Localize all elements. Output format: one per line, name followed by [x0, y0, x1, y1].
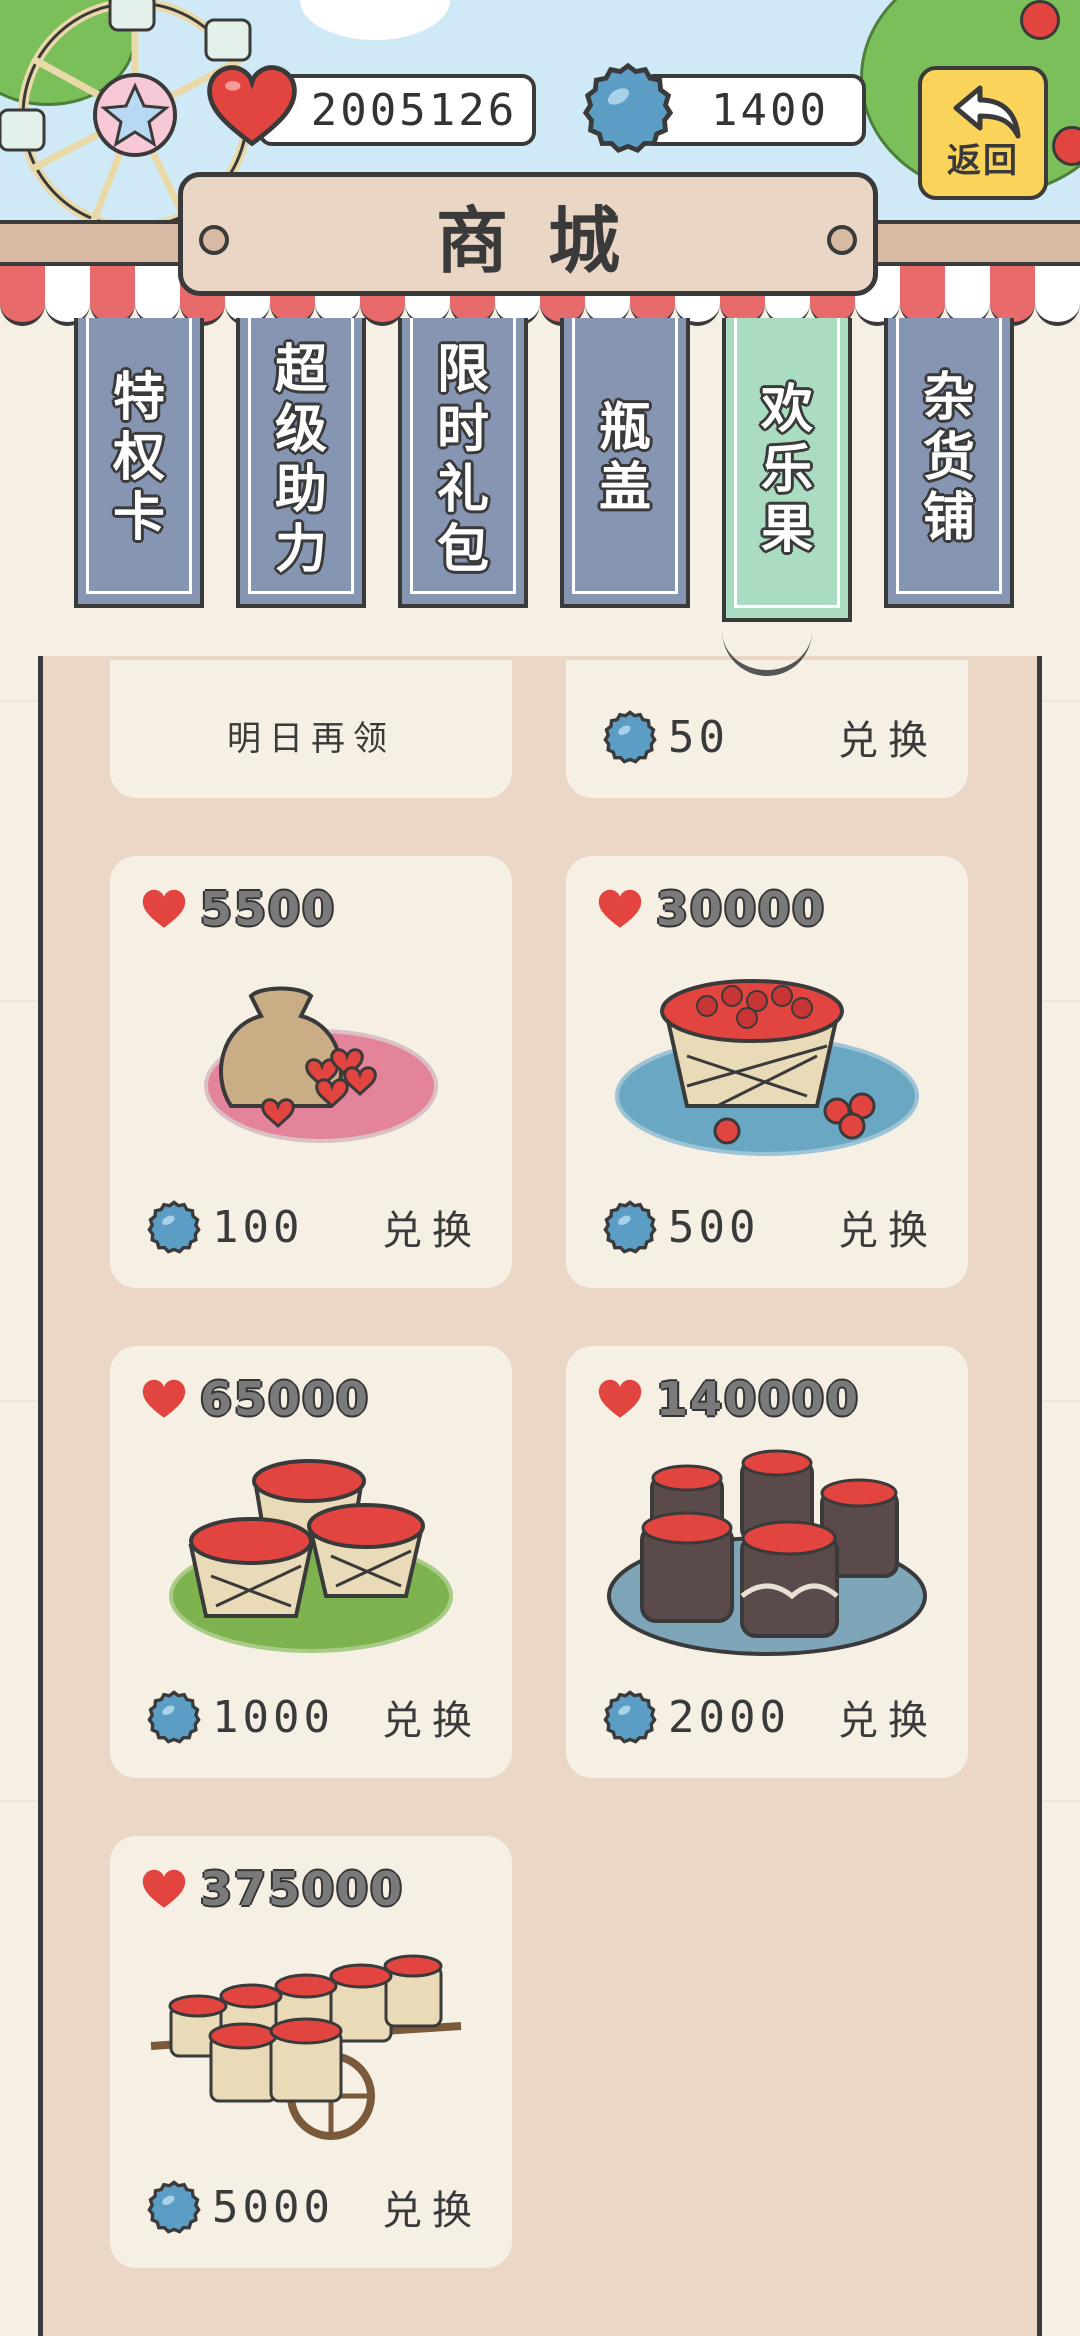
return-arrow-icon	[953, 85, 1021, 139]
tab-bottle-caps[interactable]: 瓶盖	[560, 318, 690, 608]
item-illustration-three-baskets	[110, 1446, 512, 1666]
heart-amount: 65000	[200, 1372, 371, 1426]
heart-icon	[142, 889, 186, 928]
bottle-cap-icon	[603, 1690, 657, 1744]
shop-card-partial: 明日再领	[110, 660, 512, 798]
exchange-button[interactable]: 兑换	[838, 708, 938, 766]
bottle-cap-icon	[147, 1690, 201, 1744]
shop-item-card[interactable]: 375000 5000 兑换	[110, 1836, 512, 2268]
caps-count: 1400	[711, 84, 829, 136]
apple-icon	[1020, 0, 1060, 40]
bottle-cap-icon	[603, 1200, 657, 1254]
bottle-cap-icon	[147, 2180, 201, 2234]
heart-icon	[207, 65, 297, 147]
tab-happy-fruit[interactable]: 欢乐果	[722, 318, 852, 622]
exchange-button[interactable]: 兑换	[838, 1688, 938, 1746]
cap-cost: 100	[212, 1201, 304, 1253]
shop-item-card[interactable]: 5500 100 兑换	[110, 856, 512, 1288]
heart-icon	[142, 1379, 186, 1418]
heart-amount: 375000	[200, 1862, 405, 1916]
heart-icon	[598, 1379, 642, 1418]
shop-sign: 商城	[178, 172, 878, 296]
claim-tomorrow-text: 明日再领	[227, 719, 395, 759]
heart-icon	[598, 889, 642, 928]
cap-cost: 1000	[212, 1691, 334, 1743]
bottle-cap-icon	[147, 1200, 201, 1254]
tab-label: 超级助力	[274, 340, 327, 580]
heart-amount: 140000	[656, 1372, 861, 1426]
bottle-cap-icon	[603, 710, 657, 764]
tab-grocery[interactable]: 杂货铺	[884, 318, 1014, 608]
item-illustration-cart	[110, 1936, 512, 2156]
cap-cost: 2000	[668, 1691, 790, 1743]
item-image-partial	[722, 630, 812, 676]
tab-limited-gift[interactable]: 限时礼包	[398, 318, 528, 608]
tab-label: 欢乐果	[760, 380, 813, 560]
shop-item-card[interactable]: 30000 500 兑换	[566, 856, 968, 1288]
sign-bolt	[827, 225, 857, 255]
item-illustration-jars	[566, 1446, 968, 1666]
tab-super-boost[interactable]: 超级助力	[236, 318, 366, 608]
exchange-button[interactable]: 兑换	[382, 2178, 482, 2236]
shop-card-partial: 50 兑换	[566, 660, 968, 798]
cap-cost: 50	[668, 711, 729, 763]
tab-label: 杂货铺	[922, 368, 975, 548]
hearts-count: 2005126	[310, 84, 518, 136]
cap-cost: 5000	[212, 2181, 334, 2233]
cloud	[300, 0, 450, 40]
exchange-button[interactable]: 兑换	[838, 1198, 938, 1256]
item-illustration-basket	[566, 956, 968, 1176]
exchange-button[interactable]: 兑换	[382, 1198, 482, 1256]
item-illustration-sack	[110, 956, 512, 1176]
tab-label: 限时礼包	[436, 340, 489, 580]
heart-amount: 5500	[200, 882, 337, 936]
exchange-button[interactable]: 兑换	[382, 1688, 482, 1746]
back-button[interactable]: 返回	[918, 66, 1048, 200]
tab-privilege-card[interactable]: 特权卡	[74, 318, 204, 608]
shop-item-card[interactable]: 65000 1000 兑换	[110, 1346, 512, 1778]
cap-cost: 500	[668, 1201, 760, 1253]
shop-title: 商城	[435, 198, 660, 283]
shop-item-card[interactable]: 140000 2000 兑换	[566, 1346, 968, 1778]
heart-amount: 30000	[656, 882, 827, 936]
sign-bolt	[199, 225, 229, 255]
category-tabs: 特权卡 超级助力 限时礼包 瓶盖 欢乐果 杂货铺	[74, 318, 1024, 622]
tab-label: 特权卡	[112, 368, 165, 548]
tab-label: 瓶盖	[598, 398, 651, 518]
bottle-cap-icon	[582, 62, 674, 154]
heart-icon	[142, 1869, 186, 1908]
